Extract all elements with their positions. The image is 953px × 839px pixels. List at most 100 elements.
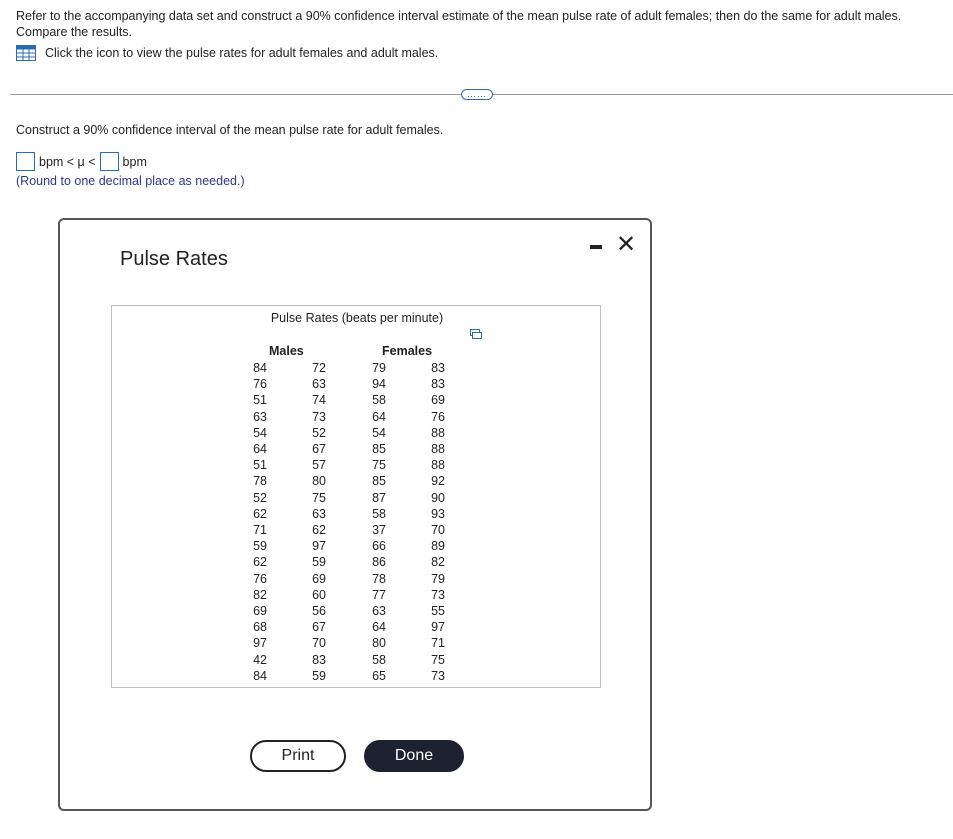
done-button[interactable]: Done <box>364 740 464 772</box>
table-cell: 97 <box>431 620 445 635</box>
table-cell: 73 <box>312 409 326 424</box>
table-cell: 88 <box>431 425 445 440</box>
table-cell: 63 <box>312 506 326 521</box>
table-cell: 64 <box>372 620 386 635</box>
table-cell: 85 <box>372 442 386 457</box>
table-cell: 88 <box>431 458 445 473</box>
table-cell: 62 <box>253 506 267 521</box>
table-cell: 93 <box>431 506 445 521</box>
table-cell: 68 <box>253 620 267 635</box>
unit-label: bpm <box>122 154 147 169</box>
table-cell: 67 <box>312 442 326 457</box>
females-column-1: 79 94 58 64 54 85 75 85 87 58 37 66 86 78 77 63 64 80 58 65 <box>368 360 386 684</box>
table-cell: 71 <box>431 636 445 651</box>
table-cell: 70 <box>431 523 445 538</box>
rounding-note: (Round to one decimal place as needed.) <box>16 174 245 188</box>
table-cell: 56 <box>312 604 326 619</box>
table-cell: 79 <box>431 571 445 586</box>
problem-text: Refer to the accompanying data set and c… <box>16 9 902 39</box>
table-cell: 80 <box>372 636 386 651</box>
table-cell: 75 <box>312 490 326 505</box>
data-link-row: Click the icon to view the pulse rates f… <box>16 45 946 61</box>
males-header: Males <box>269 344 304 358</box>
table-cell: 80 <box>312 474 326 489</box>
table-cell: 57 <box>312 458 326 473</box>
table-cell: 84 <box>253 361 267 375</box>
table-cell: 55 <box>431 604 445 619</box>
table-cell: 88 <box>431 442 445 457</box>
table-cell: 69 <box>431 393 445 408</box>
table-cell: 60 <box>312 587 326 602</box>
question-text: Construct a 90% confidence interval of t… <box>16 123 444 137</box>
print-button[interactable]: Print <box>250 740 346 772</box>
table-cell: 59 <box>312 555 326 570</box>
problem-intro: Refer to the accompanying data set and c… <box>16 8 946 61</box>
table-cell: 63 <box>372 604 386 619</box>
table-title: Pulse Rates (beats per minute) <box>270 311 444 325</box>
table-cell: 69 <box>253 604 267 619</box>
table-cell: 78 <box>253 474 267 489</box>
table-cell: 58 <box>372 393 386 408</box>
table-cell: 52 <box>312 425 326 440</box>
table-cell: 62 <box>253 555 267 570</box>
table-cell: 54 <box>253 425 267 440</box>
table-cell: 69 <box>312 571 326 586</box>
table-cell: 64 <box>253 442 267 457</box>
table-cell: 76 <box>253 377 267 392</box>
data-link-text: Click the icon to view the pulse rates f… <box>45 46 439 60</box>
answer-row: bpm < μ < bpm <box>16 152 147 171</box>
table-cell: 83 <box>431 377 445 392</box>
data-table-icon[interactable] <box>16 45 36 61</box>
data-table-panel: Pulse Rates (beats per minute) Males Fem… <box>111 305 601 688</box>
table-cell: 82 <box>253 587 267 602</box>
lower-bound-input[interactable] <box>16 152 35 171</box>
inequality-text: bpm < μ < <box>39 154 96 169</box>
table-cell: 86 <box>372 555 386 570</box>
table-cell: 64 <box>372 409 386 424</box>
table-cell: 97 <box>312 539 326 554</box>
table-cell: 59 <box>253 539 267 554</box>
table-cell: 92 <box>431 474 445 489</box>
table-cell: 94 <box>372 377 386 392</box>
table-cell: 65 <box>372 668 386 683</box>
table-cell: 51 <box>253 393 267 408</box>
copy-icon[interactable] <box>470 329 482 339</box>
table-cell: 63 <box>253 409 267 424</box>
table-cell: 97 <box>253 636 267 651</box>
table-cell: 54 <box>372 425 386 440</box>
table-cell: 59 <box>312 668 326 683</box>
minimize-icon[interactable] <box>590 245 602 249</box>
table-cell: 79 <box>372 361 386 375</box>
close-icon[interactable]: ✕ <box>616 233 636 257</box>
upper-bound-input[interactable] <box>99 152 119 171</box>
table-cell: 58 <box>372 652 386 667</box>
table-cell: 67 <box>312 620 326 635</box>
females-header: Females <box>382 344 433 358</box>
table-cell: 70 <box>312 636 326 651</box>
table-cell: 51 <box>253 458 267 473</box>
table-cell: 76 <box>431 409 445 424</box>
table-cell: 75 <box>431 652 445 667</box>
table-cell: 78 <box>372 571 386 586</box>
table-cell: 90 <box>431 490 445 505</box>
table-cell: 84 <box>253 668 267 683</box>
table-cell: 58 <box>372 506 386 521</box>
table-cell: 83 <box>431 361 445 375</box>
table-cell: 87 <box>372 490 386 505</box>
table-cell: 89 <box>431 539 445 554</box>
table-cell: 71 <box>253 523 267 538</box>
table-cell: 77 <box>372 587 386 602</box>
table-cell: 72 <box>312 361 326 375</box>
table-cell: 83 <box>312 652 326 667</box>
table-cell: 73 <box>431 587 445 602</box>
table-cell: 42 <box>253 652 267 667</box>
table-cell: 75 <box>372 458 386 473</box>
males-column-2: 72 63 74 73 52 67 57 80 75 63 62 97 59 69 60 56 67 70 83 59 <box>308 360 326 684</box>
table-cell: 85 <box>372 474 386 489</box>
table-cell: 66 <box>372 539 386 554</box>
pulse-rates-dialog: Pulse Rates ✕ Pulse Rates (beats per min… <box>58 218 652 811</box>
table-cell: 76 <box>253 571 267 586</box>
table-cell: 62 <box>312 523 326 538</box>
more-options-button[interactable]: …… <box>461 89 493 100</box>
males-column-1: 84 76 51 63 54 64 51 78 52 62 71 59 62 76 82 69 68 97 42 84 <box>249 360 267 684</box>
